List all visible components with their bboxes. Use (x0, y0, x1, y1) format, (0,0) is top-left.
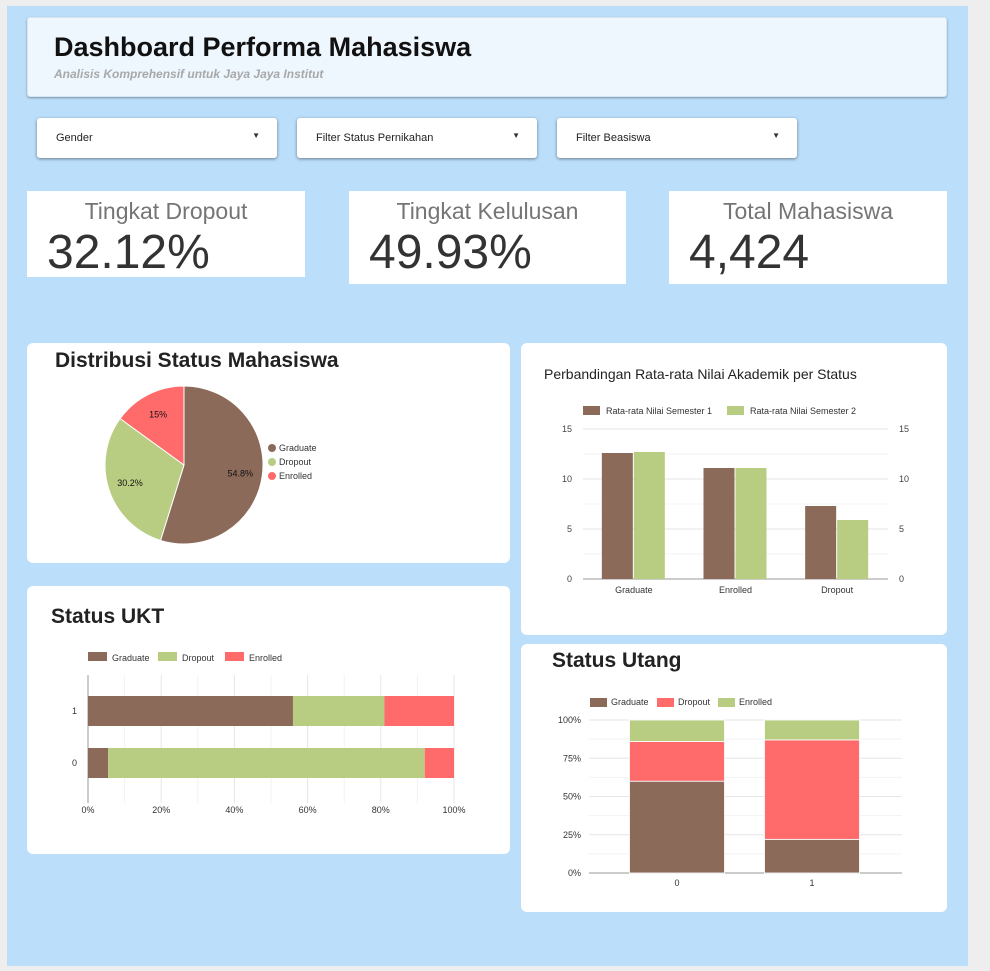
legend-label: Dropout (182, 653, 215, 663)
debt-status-card: Status Utang Graduate Dropout Enrolled 0% 25… (521, 644, 947, 912)
kpi-card-dropout: Tingkat Dropout 32.12% (27, 191, 305, 279)
legend-label: Rata-rata Nilai Semester 1 (606, 406, 712, 416)
legend-swatch (727, 406, 744, 415)
status-distribution-card: Distribusi Status Mahasiswa 54.8% 30.2% 15… (27, 343, 510, 563)
bar-graduate-series-2 (633, 452, 665, 579)
legend-label: Graduate (611, 697, 649, 707)
bar-segment-dropout (108, 748, 425, 778)
page-title: Dashboard Performa Mahasiswa (54, 32, 472, 62)
pie-data-label: 30.2% (117, 478, 143, 488)
x-tick-label: Dropout (821, 585, 854, 595)
academic-score-bar-chart: Perbandingan Rata-rata Nilai Akademik pe… (544, 366, 909, 595)
legend-label: Enrolled (249, 653, 282, 663)
kpi-value: 49.93% (369, 226, 532, 279)
y-tick-label: 75% (563, 753, 581, 763)
legend-swatch (268, 444, 276, 452)
bar-segment-graduate (764, 838, 860, 874)
pie-data-label: 54.8% (227, 469, 253, 479)
bar-dropout-series-2 (837, 520, 869, 579)
legend-swatch (225, 652, 244, 661)
y-tick-label-right: 0 (899, 574, 904, 584)
bar-graduate-series-1 (601, 453, 633, 579)
kpi-title: Tingkat Dropout (84, 198, 248, 224)
x-tick-label: 80% (372, 805, 390, 815)
legend-swatch (158, 652, 177, 661)
ukt-status-card: Status UKT Graduate Dropout Enrolled 0% 20% 4… (27, 586, 510, 854)
x-tick-label: 0% (81, 805, 94, 815)
x-tick-label: 0 (674, 878, 679, 888)
y-tick-label: 5 (567, 524, 572, 534)
legend-label: Dropout (279, 457, 312, 467)
marital-status-filter-label: Filter Status Pernikahan (316, 132, 434, 144)
x-tick-label: Graduate (615, 585, 653, 595)
legend-swatch (657, 698, 674, 707)
y-tick-label-right: 5 (899, 524, 904, 534)
kpi-value: 4,424 (689, 226, 810, 279)
legend-label: Dropout (678, 697, 711, 707)
legend-swatch (268, 458, 276, 466)
bar-segment-enrolled (629, 719, 725, 742)
bar-segment-enrolled (764, 719, 860, 741)
x-tick-label: 100% (442, 805, 465, 815)
x-tick-label: 40% (225, 805, 243, 815)
x-tick-label: Enrolled (719, 585, 752, 595)
y-tick-label: 100% (558, 715, 581, 725)
bar-segment-graduate (88, 748, 109, 778)
legend-swatch (583, 406, 600, 415)
marital-status-filter-dropdown[interactable]: Filter Status Pernikahan ▼ (297, 118, 537, 158)
gender-filter-dropdown[interactable]: Gender ▼ (37, 118, 277, 158)
bar-dropout-series-1 (805, 506, 837, 579)
bar-segment-graduate (629, 780, 725, 874)
legend-swatch (88, 652, 107, 661)
gender-filter-label: Gender (56, 132, 93, 144)
legend-label: Graduate (112, 653, 150, 663)
y-tick-label-right: 15 (899, 424, 909, 434)
legend-swatch (268, 472, 276, 480)
bar-enrolled-series-2 (735, 468, 767, 579)
legend-label: Graduate (279, 443, 317, 453)
y-tick-label: 0 (567, 574, 572, 584)
kpi-title: Tingkat Kelulusan (396, 198, 579, 224)
kpi-title: Total Mahasiswa (722, 198, 894, 224)
bar-segment-enrolled (424, 748, 454, 778)
kpi-card-total-students: Total Mahasiswa 4,424 (669, 191, 947, 284)
chevron-down-icon: ▼ (512, 131, 520, 140)
legend-label: Rata-rata Nilai Semester 2 (750, 406, 856, 416)
bar-segment-dropout (292, 696, 385, 726)
legend-swatch (590, 698, 607, 707)
debt-stacked-bar-chart: Graduate Dropout Enrolled 0% 25% 50% 75% 100% 0 1 (558, 697, 902, 888)
y-tick-label-right: 10 (899, 474, 909, 484)
bar-segment-enrolled (384, 696, 454, 726)
y-tick-label: 0% (568, 868, 581, 878)
legend-label: Enrolled (739, 697, 772, 707)
x-tick-label: 60% (299, 805, 317, 815)
legend-label: Enrolled (279, 471, 312, 481)
bar-segment-dropout (629, 741, 725, 782)
bar-enrolled-series-1 (703, 468, 735, 579)
chevron-down-icon: ▼ (252, 131, 260, 140)
y-tick-label: 25% (563, 830, 581, 840)
pie-data-label: 15% (149, 409, 167, 419)
y-tick-label: 1 (72, 706, 77, 716)
y-tick-label: 10 (562, 474, 572, 484)
scholarship-filter-label: Filter Beasiswa (576, 132, 651, 144)
chart-title: Perbandingan Rata-rata Nilai Akademik pe… (544, 366, 857, 382)
scholarship-filter-dropdown[interactable]: Filter Beasiswa ▼ (557, 118, 797, 158)
x-tick-label: 1 (809, 878, 814, 888)
y-tick-label: 0 (72, 758, 77, 768)
bar-segment-dropout (764, 739, 860, 840)
ukt-stacked-bar-chart: Graduate Dropout Enrolled 0% 20% 40% 60% 80% 100… (72, 652, 466, 815)
status-pie-chart: 54.8% 30.2% 15% Graduate Dropout Enrolled (104, 385, 317, 545)
kpi-card-graduation: Tingkat Kelulusan 49.93% (349, 191, 626, 284)
chevron-down-icon: ▼ (772, 131, 780, 140)
academic-score-card: Perbandingan Rata-rata Nilai Akademik pe… (521, 343, 947, 635)
y-tick-label: 50% (563, 792, 581, 802)
page-subtitle: Analisis Komprehensif untuk Jaya Jaya In… (54, 67, 324, 81)
legend-swatch (718, 698, 735, 707)
x-tick-label: 20% (152, 805, 170, 815)
dashboard-header: Dashboard Performa Mahasiswa Analisis Ko… (27, 17, 947, 97)
bar-segment-graduate (88, 696, 293, 726)
y-tick-label: 15 (562, 424, 572, 434)
kpi-value: 32.12% (47, 226, 210, 279)
